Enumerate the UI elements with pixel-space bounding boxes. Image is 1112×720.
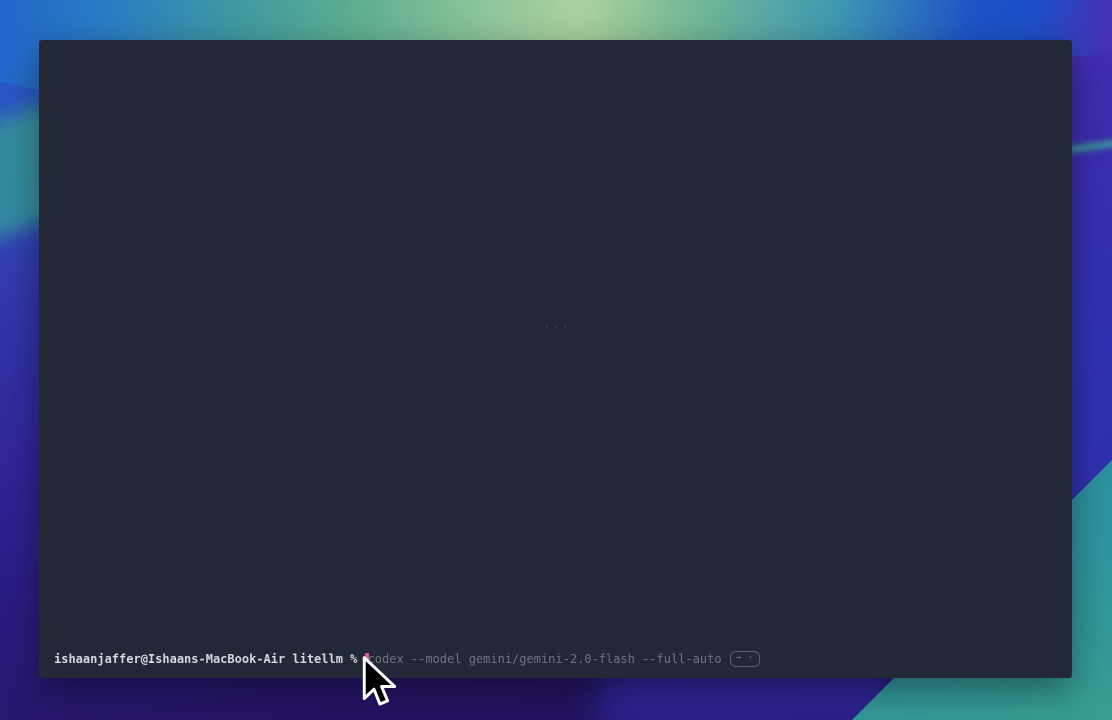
autosuggestion-hint-badge: → · (730, 651, 760, 667)
terminal-prompt-line: ishaanjaffer@Ishaans-MacBook-Air litellm… (54, 651, 760, 667)
autosuggestion-text: codex --model gemini/gemini-2.0-flash --… (368, 651, 722, 667)
terminal-center-ellipsis: ··· (543, 320, 571, 334)
prompt-symbol: % (350, 651, 357, 667)
prompt-directory: litellm (292, 651, 343, 667)
prompt-user-host: ishaanjaffer@Ishaans-MacBook-Air (54, 651, 285, 667)
terminal-window[interactable]: ··· ishaanjaffer@Ishaans-MacBook-Air lit… (39, 40, 1072, 678)
